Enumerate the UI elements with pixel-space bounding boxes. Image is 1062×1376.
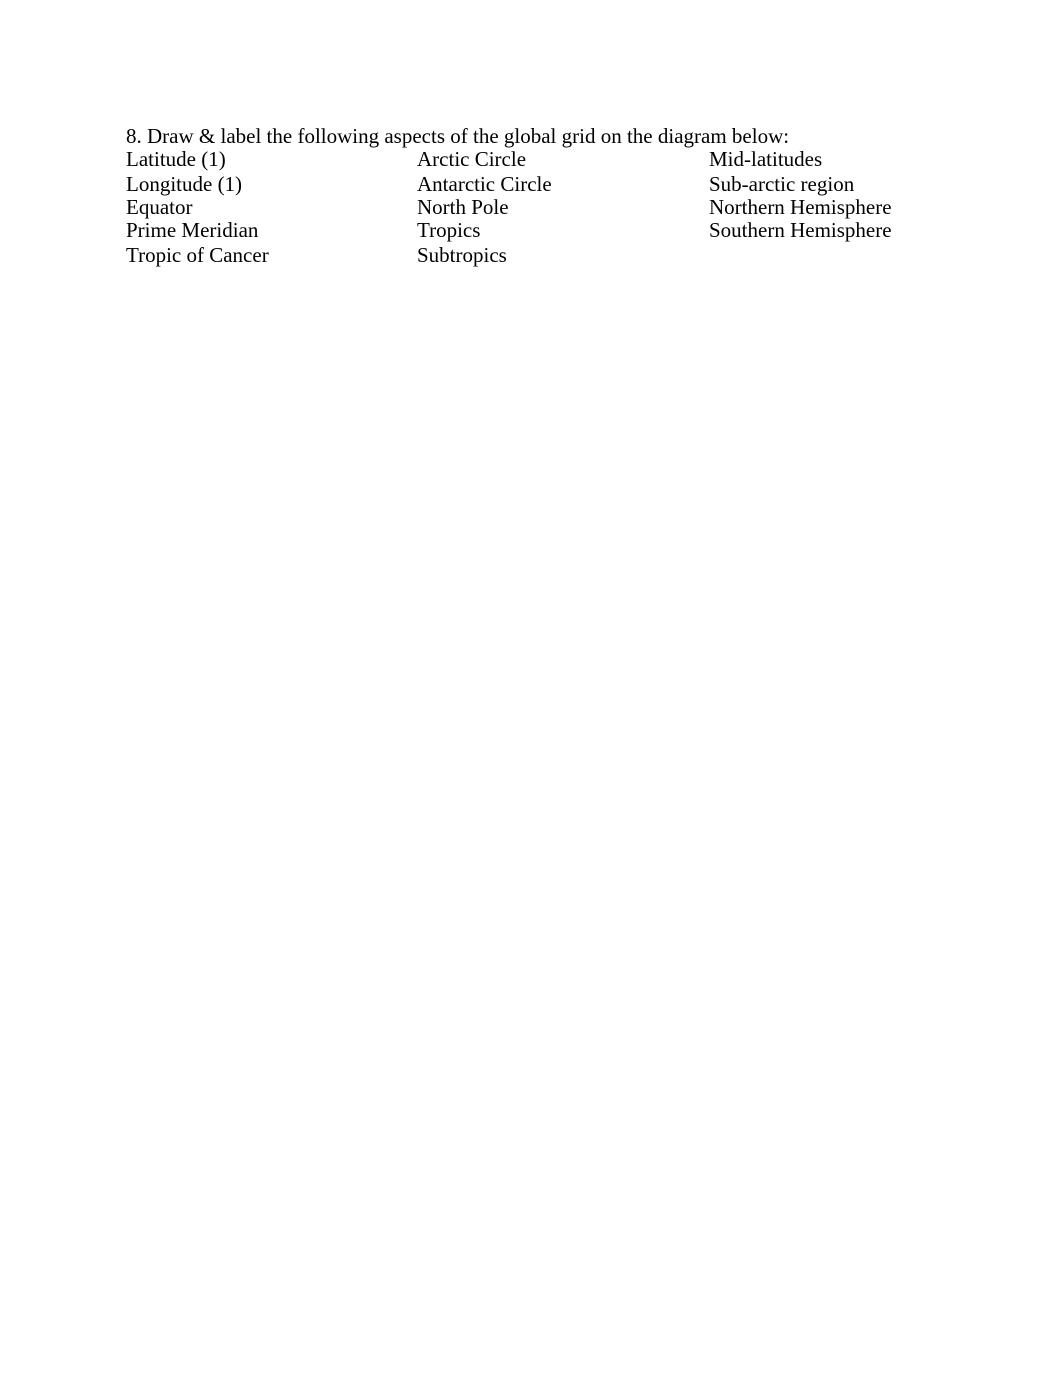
term-item: Subtropics [417,243,507,267]
term-item: Tropics [417,218,481,242]
term-item: Prime Meridian [126,218,259,242]
term-item: Tropic of Cancer [126,243,269,267]
term-item: Arctic Circle [417,147,527,171]
term-item: Longitude (1) [126,172,243,196]
term-item: Sub-arctic region [709,172,855,196]
term-item: Northern Hemisphere [709,195,892,219]
term-item: Latitude (1) [126,147,226,171]
question-prompt: 8. Draw & label the following aspects of… [126,124,790,148]
term-item: Mid-latitudes [709,147,823,171]
term-item: North Pole [417,195,509,219]
term-item: Equator [126,195,193,219]
term-item: Antarctic Circle [417,172,552,196]
document-page: 8. Draw & label the following aspects of… [0,0,1062,1376]
blank-diagram-area [126,280,936,1280]
term-item: Southern Hemisphere [709,218,892,242]
